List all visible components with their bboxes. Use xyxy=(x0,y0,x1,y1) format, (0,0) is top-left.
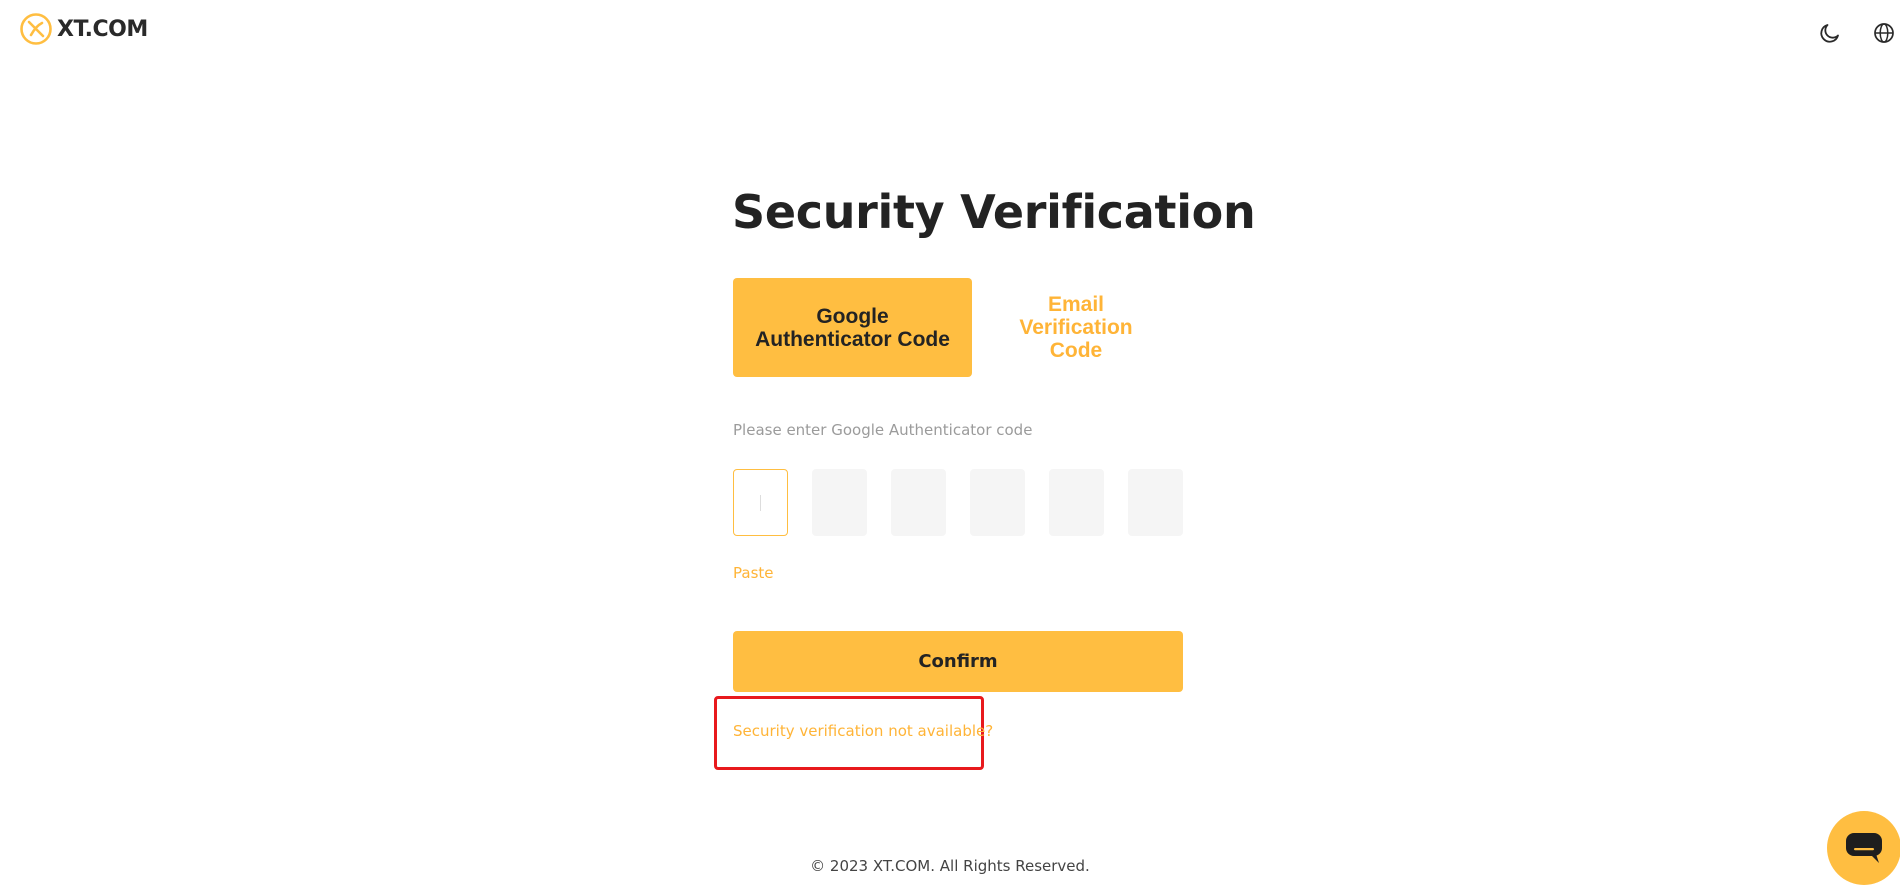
tab-label-line: Email xyxy=(1047,293,1104,316)
code-digit-input[interactable] xyxy=(1049,469,1104,536)
confirm-button[interactable]: Confirm xyxy=(733,631,1183,692)
tab-label-line: Verification xyxy=(1019,316,1133,339)
tab-label-line: Authenticator Code xyxy=(755,327,950,351)
moon-icon xyxy=(1820,24,1839,43)
tab-label-line: Google xyxy=(816,304,889,328)
code-digit-input[interactable] xyxy=(970,469,1025,536)
code-digit-input[interactable] xyxy=(891,469,946,536)
tab-label-line: Code xyxy=(1049,339,1103,362)
brand-name: XT.COM xyxy=(57,16,148,42)
theme-toggle-button[interactable] xyxy=(1815,18,1845,48)
chat-bubble-icon xyxy=(1846,833,1882,863)
globe-icon xyxy=(1874,23,1894,43)
xt-logo-icon xyxy=(20,13,52,45)
code-hint: Please enter Google Authenticator code xyxy=(733,421,1033,439)
tab-google-authenticator[interactable]: Google Authenticator Code xyxy=(733,278,972,377)
code-digit-input[interactable] xyxy=(812,469,867,536)
page-title: Security Verification xyxy=(732,185,1256,239)
code-digit-input[interactable] xyxy=(1128,469,1183,536)
code-input-group xyxy=(733,469,1183,536)
language-button[interactable] xyxy=(1869,18,1899,48)
code-digit-input[interactable] xyxy=(733,469,788,536)
footer-copyright: © 2023 XT.COM. All Rights Reserved. xyxy=(810,857,1090,875)
brand-logo[interactable]: XT.COM xyxy=(19,12,148,46)
chat-support-button[interactable] xyxy=(1827,811,1900,885)
paste-link[interactable]: Paste xyxy=(733,564,774,582)
tab-email-verification[interactable]: Email Verification Code xyxy=(998,278,1154,377)
verification-not-available-link[interactable]: Security verification not available? xyxy=(733,722,993,740)
